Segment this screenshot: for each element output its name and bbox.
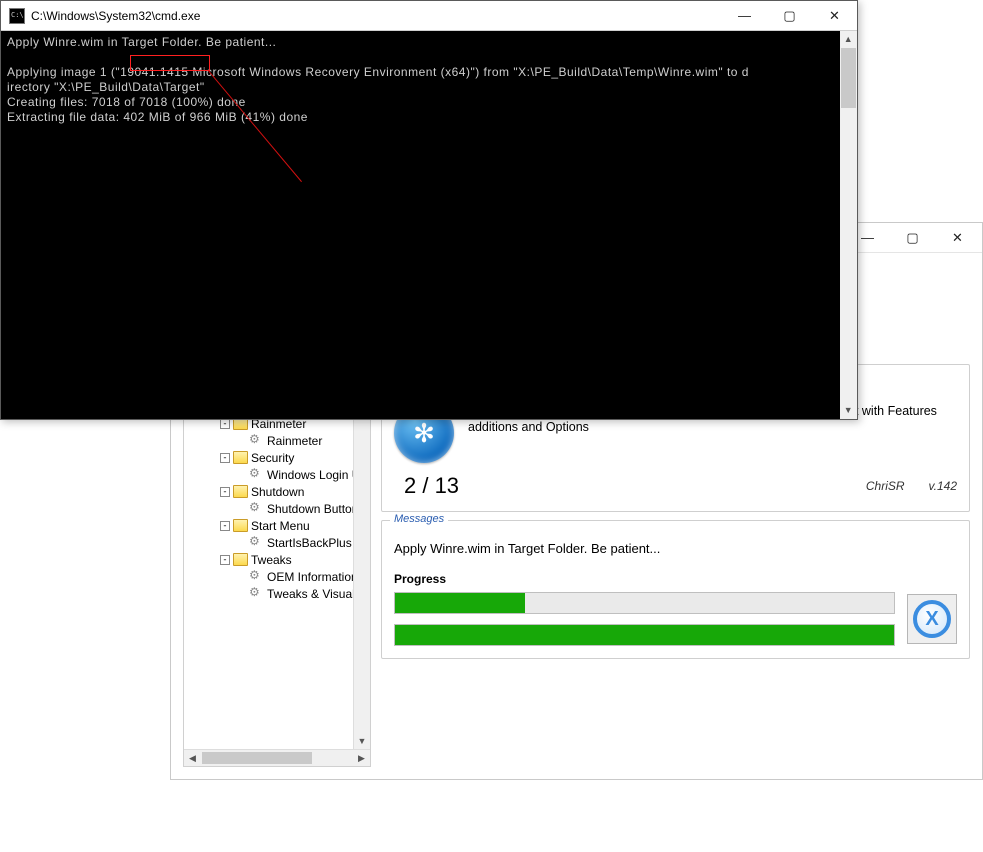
tree-item-label: Windows Login U xyxy=(267,468,360,482)
tree-horizontal-scrollbar[interactable]: ◀ ▶ xyxy=(184,749,370,766)
tree-item[interactable]: - Shutdown xyxy=(184,483,370,500)
scroll-down-icon[interactable]: ▼ xyxy=(354,732,370,749)
tree-item-label: Rainmeter xyxy=(267,434,322,448)
tree-expander-icon[interactable]: - xyxy=(220,453,230,463)
scroll-down-icon[interactable]: ▼ xyxy=(840,402,857,419)
scroll-thumb[interactable] xyxy=(202,752,312,764)
cmd-maximize-button[interactable]: ▢ xyxy=(767,2,812,30)
tree-expander-icon[interactable]: - xyxy=(220,555,230,565)
cmd-output[interactable]: Apply Winre.wim in Target Folder. Be pat… xyxy=(1,31,857,419)
tree-item[interactable]: +Rainmeter xyxy=(184,432,370,449)
tree-item-label: Shutdown xyxy=(251,485,304,499)
tree-item-label: Tweaks xyxy=(251,553,292,567)
tree-item[interactable]: +Tweaks & Visual E xyxy=(184,585,370,602)
progress-bar-current xyxy=(394,592,895,614)
cmd-title: C:\Windows\System32\cmd.exe xyxy=(31,9,722,23)
script-gear-icon xyxy=(249,587,264,600)
status-message: Apply Winre.wim in Target Folder. Be pat… xyxy=(394,541,957,556)
script-gear-icon xyxy=(249,468,264,481)
tree-item-label: Security xyxy=(251,451,294,465)
tree-item[interactable]: - Start Menu xyxy=(184,517,370,534)
cmd-close-button[interactable]: ✕ xyxy=(812,2,857,30)
cmd-app-icon xyxy=(9,8,25,24)
stop-x-icon: X xyxy=(913,600,951,638)
folder-icon xyxy=(233,553,248,566)
tree-item[interactable]: +OEM Information xyxy=(184,568,370,585)
cmd-minimize-button[interactable]: — xyxy=(722,2,767,30)
tree-item[interactable]: +StartIsBackPlus xyxy=(184,534,370,551)
tree-expander-icon[interactable]: - xyxy=(220,419,230,429)
script-gear-icon xyxy=(249,536,264,549)
messages-legend: Messages xyxy=(390,513,448,525)
tree-expander-icon[interactable]: - xyxy=(220,487,230,497)
tree-item-label: Tweaks & Visual E xyxy=(267,587,366,601)
tree-item[interactable]: +Windows Login U xyxy=(184,466,370,483)
tree-item-label: OEM Information xyxy=(267,570,358,584)
close-button[interactable]: ✕ xyxy=(935,224,980,252)
tree-item[interactable]: - Security xyxy=(184,449,370,466)
script-version: v.142 xyxy=(929,479,957,493)
progress-bar-overall xyxy=(394,624,895,646)
scroll-left-icon[interactable]: ◀ xyxy=(184,750,201,766)
tree-item-label: Shutdown Button xyxy=(267,502,358,516)
script-step-counter: 2 / 13 xyxy=(394,473,459,499)
folder-icon xyxy=(233,485,248,498)
script-author: ChriSR xyxy=(866,479,905,493)
cmd-vertical-scrollbar[interactable]: ▲ ▼ xyxy=(840,31,857,419)
cmd-text: Apply Winre.wim in Target Folder. Be pat… xyxy=(7,35,851,125)
messages-groupbox: Messages Apply Winre.wim in Target Folde… xyxy=(381,520,970,659)
tree-item-label: StartIsBackPlus xyxy=(267,536,352,550)
cmd-titlebar[interactable]: C:\Windows\System32\cmd.exe — ▢ ✕ xyxy=(1,1,857,31)
stop-button[interactable]: X xyxy=(907,594,957,644)
scroll-thumb[interactable] xyxy=(841,48,856,108)
script-gear-icon xyxy=(249,502,264,515)
progress-label: Progress xyxy=(394,572,957,586)
scroll-up-icon[interactable]: ▲ xyxy=(840,31,857,48)
folder-icon xyxy=(233,519,248,532)
tree-item-label: Start Menu xyxy=(251,519,310,533)
tree-item[interactable]: - Tweaks xyxy=(184,551,370,568)
tree-expander-icon[interactable]: - xyxy=(220,521,230,531)
cmd-window: C:\Windows\System32\cmd.exe — ▢ ✕ Apply … xyxy=(0,0,858,420)
tree-item[interactable]: +Shutdown Button xyxy=(184,500,370,517)
folder-icon xyxy=(233,451,248,464)
script-gear-icon xyxy=(249,570,264,583)
maximize-button[interactable]: ▢ xyxy=(890,224,935,252)
scroll-right-icon[interactable]: ▶ xyxy=(353,750,370,766)
script-gear-icon xyxy=(249,434,264,447)
